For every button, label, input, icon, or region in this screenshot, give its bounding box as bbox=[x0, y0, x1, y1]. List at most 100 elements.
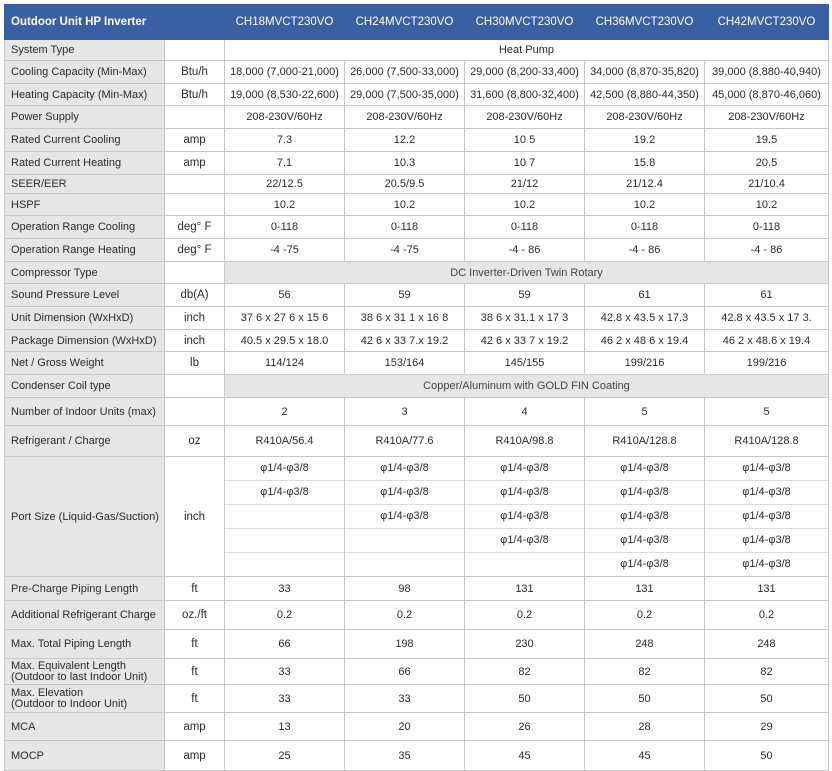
row-unit: oz bbox=[164, 425, 225, 457]
spec-value: R410A/98.8 bbox=[464, 425, 585, 457]
port-size-value: φ1/4-φ3/8 bbox=[705, 505, 828, 529]
spec-value: 10.2 bbox=[464, 193, 585, 216]
spec-value: 4 bbox=[464, 397, 585, 426]
port-size-value: φ1/4-φ3/8 bbox=[225, 481, 344, 505]
spec-value: 61 bbox=[584, 283, 705, 307]
spec-value: 10 5 bbox=[464, 128, 585, 152]
port-size-value bbox=[225, 505, 344, 529]
table-title: Outdoor Unit HP Inverter bbox=[4, 4, 225, 40]
port-size-value: φ1/4-φ3/8 bbox=[585, 458, 704, 481]
spec-value: 31,600 (8,800-32,400) bbox=[464, 83, 585, 106]
spec-value: 59 bbox=[464, 283, 585, 307]
spec-value: 0-118 bbox=[464, 215, 585, 239]
row-label: Sound Pressure Level bbox=[4, 283, 165, 307]
port-size-cell: φ1/4-φ3/8 φ1/4-φ3/8 φ1/4-φ3/8 φ1/4-φ3/8 φ1/4… bbox=[704, 456, 829, 577]
spec-value: 10 7 bbox=[464, 151, 585, 175]
spec-value: 0-118 bbox=[584, 215, 705, 239]
port-size-cell: φ1/4-φ3/8 φ1/4-φ3/8 bbox=[224, 456, 345, 577]
row-unit: amp bbox=[164, 128, 225, 152]
table-row: Port Size (Liquid-Gas/Suction) inch φ1/4-φ… bbox=[4, 456, 829, 577]
row-label: Port Size (Liquid-Gas/Suction) bbox=[4, 456, 165, 577]
spec-value: 2 bbox=[224, 397, 345, 426]
spec-value: 5 bbox=[584, 397, 705, 426]
row-label: Compressor Type bbox=[4, 261, 165, 284]
spec-value: 0-118 bbox=[704, 215, 829, 239]
port-size-value: φ1/4-φ3/8 bbox=[345, 505, 464, 529]
port-size-value: φ1/4-φ3/8 bbox=[705, 529, 828, 553]
table-row: Number of Indoor Units (max) 2 3 4 5 5 bbox=[4, 397, 829, 426]
row-unit: amp bbox=[164, 151, 225, 175]
table-row: Cooling Capacity (Min-Max) Btu/h 18,000 (7… bbox=[4, 60, 829, 84]
table-row: Power Supply 208-230V/60Hz 208-230V/60Hz 20… bbox=[4, 105, 829, 129]
spec-value: 18,000 (7,000-21,000) bbox=[224, 60, 345, 84]
spanning-value: DC Inverter-Driven Twin Rotary bbox=[224, 261, 829, 284]
spec-value: 29,000 (7,500-35,000) bbox=[344, 83, 465, 106]
table-row: Heating Capacity (Min-Max) Btu/h 19,000 (8… bbox=[4, 83, 829, 106]
row-unit: oz./ft bbox=[164, 600, 225, 630]
port-size-cell: φ1/4-φ3/8 φ1/4-φ3/8 φ1/4-φ3/8 φ1/4-φ3/8 φ1/4… bbox=[584, 456, 705, 577]
table-row: MCA amp 13 20 26 28 29 bbox=[4, 712, 829, 741]
spec-value: 35 bbox=[344, 740, 465, 771]
table-row: Max. Total Piping Length ft 66 198 230 248 248 bbox=[4, 629, 829, 659]
row-unit bbox=[164, 374, 225, 398]
port-size-value: φ1/4-φ3/8 bbox=[465, 481, 584, 505]
spec-value: 42.8 x 43.5 x 17.3 bbox=[584, 306, 705, 330]
port-size-value bbox=[225, 529, 344, 553]
table-row: Compressor Type DC Inverter-Driven Twin R… bbox=[4, 261, 829, 284]
table-row: System Type Heat Pump bbox=[4, 39, 829, 61]
spec-value: 82 bbox=[464, 658, 585, 685]
spec-value: 42 6 x 33 7 x 19.2 bbox=[464, 329, 585, 352]
spec-value: -4 -75 bbox=[224, 238, 345, 262]
spec-value: 19.5 bbox=[704, 128, 829, 152]
port-size-value: φ1/4-φ3/8 bbox=[225, 458, 344, 481]
row-unit: inch bbox=[164, 329, 225, 352]
spec-value: 199/216 bbox=[584, 351, 705, 375]
port-size-cell: φ1/4-φ3/8 φ1/4-φ3/8 φ1/4-φ3/8 bbox=[344, 456, 465, 577]
spec-value: 33 bbox=[224, 658, 345, 685]
spec-value: 7.1 bbox=[224, 151, 345, 175]
row-label: MOCP bbox=[4, 740, 165, 771]
spec-value: 37 6 x 27 6 x 15 6 bbox=[224, 306, 345, 330]
spec-value: 131 bbox=[704, 576, 829, 601]
spec-value: R410A/128.8 bbox=[704, 425, 829, 457]
spec-value: 20.5/9.5 bbox=[344, 174, 465, 194]
port-size-value: φ1/4-φ3/8 bbox=[585, 481, 704, 505]
row-label: Operation Range Cooling bbox=[4, 215, 165, 239]
spec-value: 45,000 (8,870-46,060) bbox=[704, 83, 829, 106]
row-unit: amp bbox=[164, 740, 225, 771]
spec-value: 45 bbox=[464, 740, 585, 771]
row-unit: deg° F bbox=[164, 215, 225, 239]
table-row: Sound Pressure Level db(A) 56 59 59 61 61 bbox=[4, 283, 829, 307]
model-header: CH24MVCT230VO bbox=[344, 4, 465, 40]
spec-value: 0.2 bbox=[704, 600, 829, 630]
spec-value: 131 bbox=[464, 576, 585, 601]
port-size-value: φ1/4-φ3/8 bbox=[620, 558, 669, 570]
row-unit: ft bbox=[164, 629, 225, 659]
row-label: Package Dimension (WxHxD) bbox=[4, 329, 165, 352]
row-label: Operation Range Heating bbox=[4, 238, 165, 262]
spec-value: 25 bbox=[224, 740, 345, 771]
model-header: CH30MVCT230VO bbox=[464, 4, 585, 40]
table-row: Operation Range Cooling deg° F 0-118 0-118 0… bbox=[4, 215, 829, 239]
port-size-value bbox=[226, 553, 344, 576]
row-label: Max. Elevation (Outdoor to Indoor Unit) bbox=[4, 684, 165, 713]
spec-value: 19,000 (8,530-22,600) bbox=[224, 83, 345, 106]
row-unit: Btu/h bbox=[164, 60, 225, 84]
row-label: HSPF bbox=[4, 193, 165, 216]
table-row: Condenser Coil type Copper/Aluminum with … bbox=[4, 374, 829, 398]
row-label: Unit Dimension (WxHxD) bbox=[4, 306, 165, 330]
spec-value: 42.8 x 43.5 x 17 3. bbox=[704, 306, 829, 330]
spec-value: 82 bbox=[704, 658, 829, 685]
table-row: Net / Gross Weight lb 114/124 153/164 145/15… bbox=[4, 351, 829, 375]
spec-value: 0.2 bbox=[224, 600, 345, 630]
row-unit: inch bbox=[164, 456, 225, 577]
spec-value: 29 bbox=[704, 712, 829, 741]
spec-value: 3 bbox=[344, 397, 465, 426]
spec-value: 66 bbox=[344, 658, 465, 685]
spec-value: 13 bbox=[224, 712, 345, 741]
spec-value: 131 bbox=[584, 576, 705, 601]
spec-value: 248 bbox=[584, 629, 705, 659]
row-label: Power Supply bbox=[4, 105, 165, 129]
spec-value: 20.5 bbox=[704, 151, 829, 175]
row-unit bbox=[164, 105, 225, 129]
